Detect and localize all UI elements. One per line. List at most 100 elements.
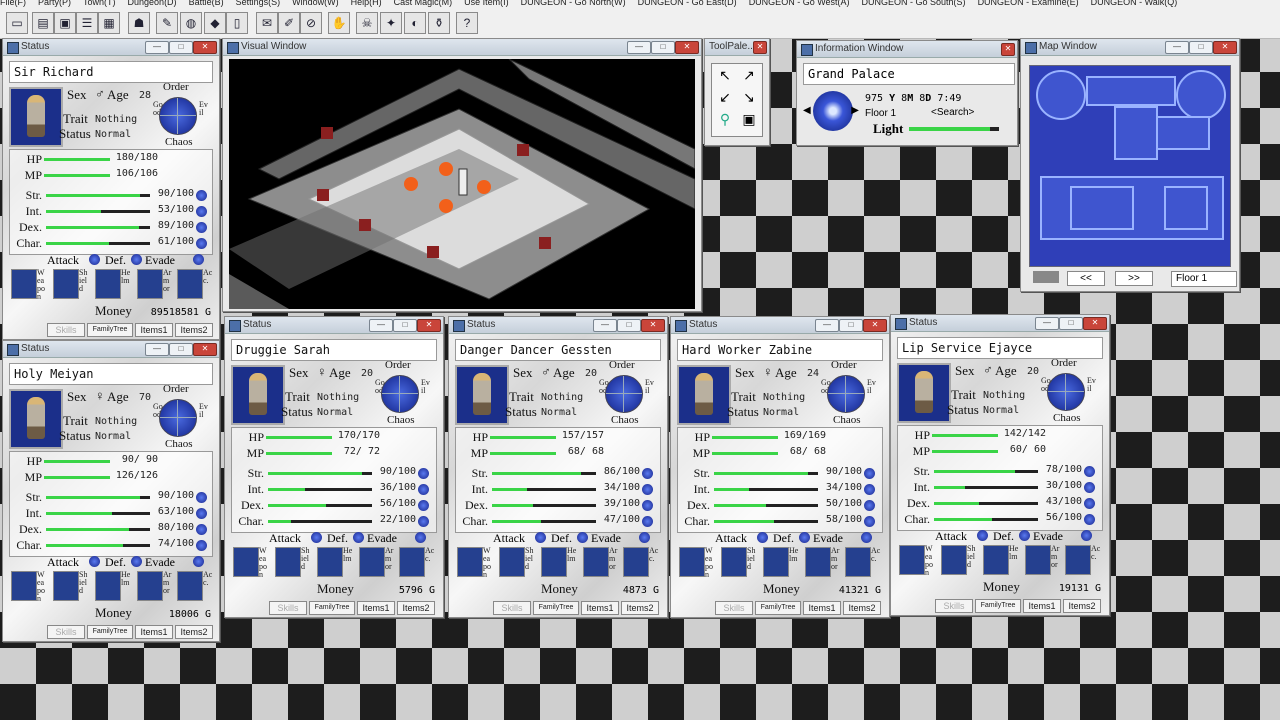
stat-orb-icon[interactable] — [1084, 514, 1095, 525]
menu-item[interactable]: Window(W) — [292, 0, 339, 7]
stat-orb-icon[interactable] — [1084, 482, 1095, 493]
items2-tab[interactable]: Items2 — [843, 601, 881, 615]
help-icon[interactable]: ? — [456, 12, 478, 34]
weapon-slot-icon[interactable] — [899, 545, 925, 575]
maximize-button[interactable]: □ — [617, 319, 641, 332]
def-orb-icon[interactable] — [577, 532, 588, 543]
accessory-slot-icon[interactable] — [623, 547, 649, 577]
items1-tab[interactable]: Items1 — [803, 601, 841, 615]
stat-orb-icon[interactable] — [418, 484, 429, 495]
map-scroll[interactable] — [1033, 271, 1059, 283]
weapon-slot-icon[interactable] — [457, 547, 483, 577]
arrow-up-right-icon[interactable]: ↗ — [738, 64, 760, 86]
stat-orb-icon[interactable] — [642, 500, 653, 511]
palette-icon[interactable]: ◐ — [404, 12, 426, 34]
shield-slot-icon[interactable] — [275, 547, 301, 577]
items2-tab[interactable]: Items2 — [1063, 599, 1101, 613]
shield-slot-icon[interactable] — [53, 269, 79, 299]
weapon-slot-icon[interactable] — [11, 269, 37, 299]
maximize-button[interactable]: □ — [169, 343, 193, 356]
attack-orb-icon[interactable] — [89, 254, 100, 265]
armor-slot-icon[interactable] — [1025, 545, 1051, 575]
skills-tab[interactable]: Skills — [47, 625, 85, 639]
turn-right-icon[interactable]: ▶ — [851, 105, 859, 116]
shield-slot-icon[interactable] — [941, 545, 967, 575]
arrow-down-left-icon[interactable]: ↙ — [714, 86, 736, 108]
hand-icon[interactable]: ✋ — [328, 12, 350, 34]
dungeon-view[interactable] — [229, 59, 695, 309]
menu-item[interactable]: Dungeon(D) — [128, 0, 177, 7]
maximize-button[interactable]: □ — [169, 41, 193, 54]
close-button[interactable]: ✕ — [193, 41, 217, 54]
automap[interactable] — [1029, 65, 1231, 267]
turn-left-icon[interactable]: ◀ — [803, 105, 811, 116]
family-tree-tab[interactable]: FamilyTree — [87, 323, 133, 337]
evade-orb-icon[interactable] — [861, 532, 872, 543]
maximize-button[interactable]: □ — [839, 319, 863, 332]
menu-item[interactable]: DUNGEON - Go North(W) — [521, 0, 626, 7]
list-icon[interactable]: ☰ — [76, 12, 98, 34]
close-button[interactable]: ✕ — [675, 41, 699, 54]
attack-orb-icon[interactable] — [311, 532, 322, 543]
attack-orb-icon[interactable] — [977, 530, 988, 541]
character-portrait[interactable] — [9, 87, 63, 147]
accessory-slot-icon[interactable] — [177, 571, 203, 601]
helm-slot-icon[interactable] — [95, 571, 121, 601]
armor-slot-icon[interactable] — [359, 547, 385, 577]
accessory-slot-icon[interactable] — [399, 547, 425, 577]
skills-tab[interactable]: Skills — [715, 601, 753, 615]
menu-item[interactable]: Town(T) — [83, 0, 116, 7]
stat-orb-icon[interactable] — [642, 484, 653, 495]
stat-orb-icon[interactable] — [642, 516, 653, 527]
menu-item[interactable]: DUNGEON - Go West(A) — [749, 0, 850, 7]
character-portrait[interactable] — [9, 389, 63, 449]
maximize-button[interactable]: □ — [651, 41, 675, 54]
magic-wand-icon[interactable]: ✦ — [380, 12, 402, 34]
stat-orb-icon[interactable] — [864, 500, 875, 511]
close-button[interactable]: ✕ — [417, 319, 441, 332]
attack-orb-icon[interactable] — [757, 532, 768, 543]
skills-tab[interactable]: Skills — [935, 599, 973, 613]
helm-slot-icon[interactable] — [983, 545, 1009, 575]
menu-item[interactable]: Settings(S) — [236, 0, 281, 7]
skills-tab[interactable]: Skills — [493, 601, 531, 615]
items1-tab[interactable]: Items1 — [135, 323, 173, 337]
items1-tab[interactable]: Items1 — [357, 601, 395, 615]
stat-orb-icon[interactable] — [864, 516, 875, 527]
weapon-slot-icon[interactable] — [679, 547, 705, 577]
accessory-slot-icon[interactable] — [845, 547, 871, 577]
stat-orb-icon[interactable] — [196, 190, 207, 201]
weapon-slot-icon[interactable] — [11, 571, 37, 601]
minimize-button[interactable]: — — [369, 319, 393, 332]
gem-icon[interactable]: ◆ — [204, 12, 226, 34]
image-icon[interactable]: ▣ — [738, 108, 760, 130]
items1-tab[interactable]: Items1 — [135, 625, 173, 639]
character-portrait[interactable] — [231, 365, 285, 425]
menu-item[interactable]: Use Item(I) — [464, 0, 509, 7]
globe-icon[interactable]: ◍ — [180, 12, 202, 34]
minimize-button[interactable]: — — [1165, 41, 1189, 54]
def-orb-icon[interactable] — [131, 254, 142, 265]
menu-item[interactable]: Help(H) — [351, 0, 382, 7]
armor-slot-icon[interactable] — [583, 547, 609, 577]
skills-tab[interactable]: Skills — [269, 601, 307, 615]
stat-orb-icon[interactable] — [418, 468, 429, 479]
character-portrait[interactable] — [455, 365, 509, 425]
menu-item[interactable]: File(F) — [0, 0, 26, 7]
close-button[interactable]: ✕ — [863, 319, 887, 332]
arrow-up-left-icon[interactable]: ↖ — [714, 64, 736, 86]
armor-slot-icon[interactable] — [137, 269, 163, 299]
def-orb-icon[interactable] — [131, 556, 142, 567]
menu-item[interactable]: DUNGEON - Examine(E) — [978, 0, 1079, 7]
character-portrait[interactable] — [677, 365, 731, 425]
shield-slot-icon[interactable] — [721, 547, 747, 577]
family-tree-tab[interactable]: FamilyTree — [533, 601, 579, 615]
family-tree-tab[interactable]: FamilyTree — [309, 601, 355, 615]
shield-slot-icon[interactable] — [499, 547, 525, 577]
armor-slot-icon[interactable] — [805, 547, 831, 577]
close-button[interactable]: ✕ — [1213, 41, 1237, 54]
stat-orb-icon[interactable] — [196, 508, 207, 519]
weapon-slot-icon[interactable] — [233, 547, 259, 577]
minimize-button[interactable]: — — [145, 343, 169, 356]
edit-icon[interactable]: ✐ — [278, 12, 300, 34]
